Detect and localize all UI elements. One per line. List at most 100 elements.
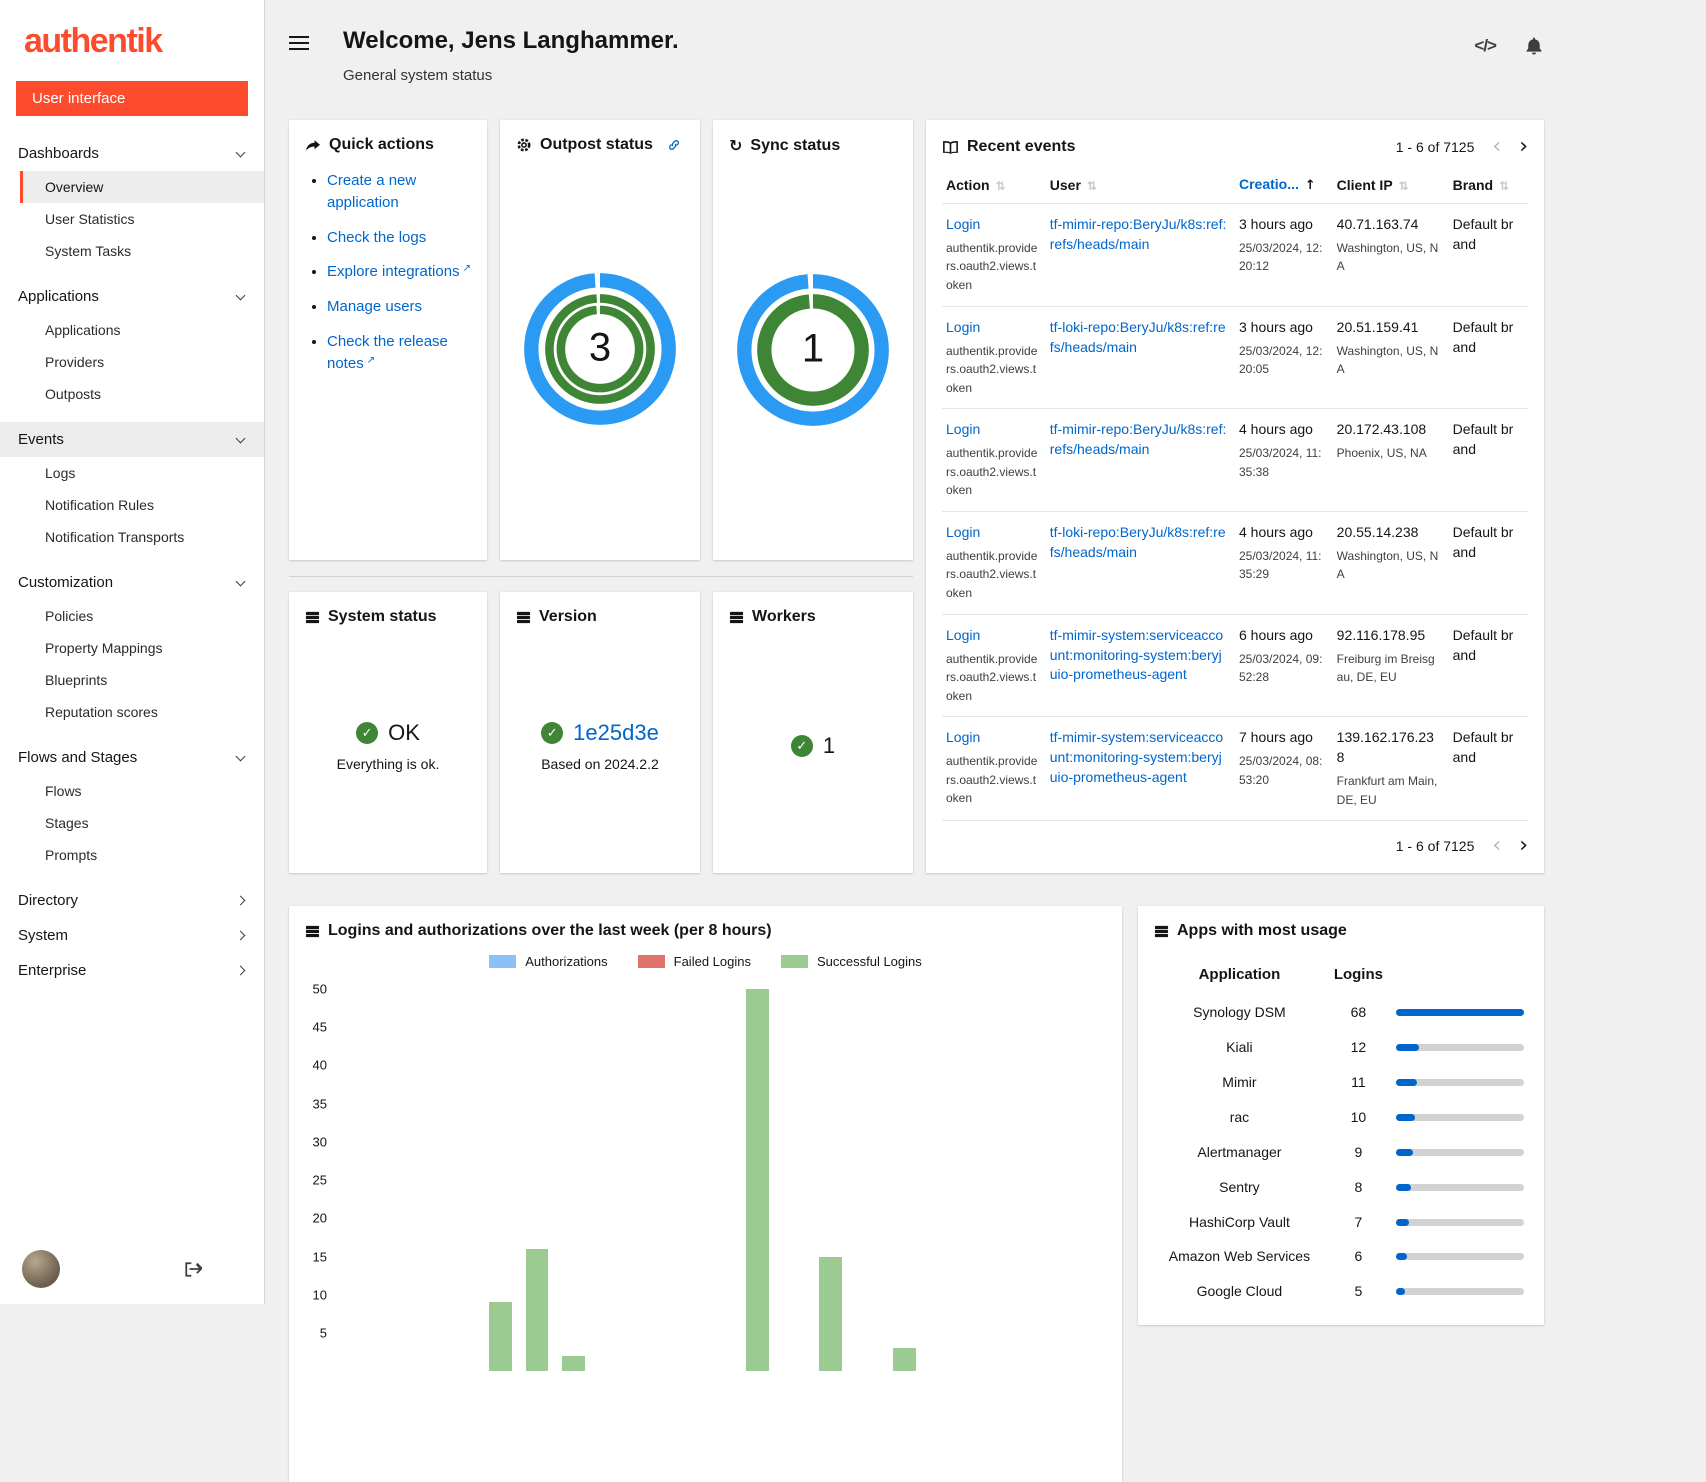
user-avatar[interactable] bbox=[22, 1250, 60, 1288]
usage-progress-track bbox=[1396, 1079, 1524, 1086]
sidebar-item-notification-transports[interactable]: Notification Transports bbox=[20, 521, 264, 553]
version-value-link[interactable]: 1e25d3e bbox=[573, 720, 659, 746]
app-name: Mimir bbox=[1154, 1065, 1325, 1100]
sidebar-item-stages[interactable]: Stages bbox=[20, 807, 264, 839]
event-action-link[interactable]: Login bbox=[946, 421, 980, 437]
column-header-brand[interactable]: Brand⇅ bbox=[1449, 166, 1528, 204]
event-user-link[interactable]: tf-loki-repo:BeryJu/k8s:ref:refs/heads/m… bbox=[1050, 524, 1226, 560]
event-action-cell: Loginauthentik.providers.oauth2.views.to… bbox=[942, 511, 1046, 614]
sidebar-section-events[interactable]: Events bbox=[0, 422, 264, 457]
apps-column-logins: Logins bbox=[1325, 958, 1392, 995]
legend-item-authorizations[interactable]: Authorizations bbox=[489, 954, 607, 969]
event-client-ip: 92.116.178.95 bbox=[1337, 626, 1441, 646]
event-user-link[interactable]: tf-mimir-system:serviceaccount:monitorin… bbox=[1050, 729, 1223, 785]
sort-asc-icon[interactable]: ↑ bbox=[1305, 178, 1316, 193]
sidebar-item-notification-rules[interactable]: Notification Rules bbox=[20, 489, 264, 521]
version-title: Version bbox=[539, 608, 597, 626]
app-login-count: 11 bbox=[1325, 1065, 1392, 1100]
chevron-down-icon bbox=[236, 751, 246, 761]
event-brand: Default brand bbox=[1453, 319, 1514, 355]
section-label: System bbox=[18, 927, 68, 944]
event-user-link[interactable]: tf-loki-repo:BeryJu/k8s:ref:refs/heads/m… bbox=[1050, 319, 1226, 355]
notifications-bell-icon[interactable] bbox=[1524, 36, 1544, 56]
sidebar-section-applications[interactable]: Applications bbox=[0, 279, 264, 314]
sidebar-item-system-tasks[interactable]: System Tasks bbox=[20, 235, 264, 267]
legend-item-successful-logins[interactable]: Successful Logins bbox=[781, 954, 922, 969]
column-header-creatio[interactable]: Creatio...↑ bbox=[1235, 166, 1333, 204]
user-interface-button[interactable]: User interface bbox=[16, 81, 248, 116]
app-usage-row: HashiCorp Vault7 bbox=[1154, 1205, 1528, 1240]
sidebar-item-outposts[interactable]: Outposts bbox=[20, 378, 264, 410]
event-action-link[interactable]: Login bbox=[946, 319, 980, 335]
sidebar-item-applications[interactable]: Applications bbox=[20, 314, 264, 346]
y-tick-label: 25 bbox=[313, 1173, 327, 1188]
sidebar-item-property-mappings[interactable]: Property Mappings bbox=[20, 632, 264, 664]
sidebar-section-dashboards[interactable]: Dashboards bbox=[0, 136, 264, 171]
event-action-link[interactable]: Login bbox=[946, 729, 980, 745]
event-row: Loginauthentik.providers.oauth2.views.to… bbox=[942, 511, 1528, 614]
outpost-link-icon[interactable] bbox=[667, 138, 681, 152]
sidebar-item-blueprints[interactable]: Blueprints bbox=[20, 664, 264, 696]
pagination-next-icon[interactable]: › bbox=[1519, 835, 1528, 857]
sidebar-item-reputation-scores[interactable]: Reputation scores bbox=[20, 696, 264, 728]
sidebar-section-flows-and-stages[interactable]: Flows and Stages bbox=[0, 740, 264, 775]
quick-action-link-check-the-release-notes[interactable]: Check the release notes↗ bbox=[327, 333, 448, 372]
sidebar-section-enterprise[interactable]: Enterprise bbox=[0, 953, 264, 988]
legend-item-failed-logins[interactable]: Failed Logins bbox=[638, 954, 751, 969]
column-header-user[interactable]: User⇅ bbox=[1046, 166, 1235, 204]
y-tick-label: 20 bbox=[313, 1211, 327, 1226]
events-header-row: Action⇅User⇅Creatio...↑Client IP⇅Brand⇅ bbox=[942, 166, 1528, 204]
event-context: authentik.providers.oauth2.views.token bbox=[946, 650, 1038, 706]
event-location: Freiburg im Breisgau, DE, EU bbox=[1337, 650, 1441, 687]
events-pagination-top: 1 - 6 of 7125 ‹ › bbox=[1396, 136, 1528, 158]
pagination-prev-icon[interactable]: ‹ bbox=[1492, 835, 1501, 857]
column-header-client-ip[interactable]: Client IP⇅ bbox=[1333, 166, 1449, 204]
pagination-prev-icon[interactable]: ‹ bbox=[1492, 136, 1501, 158]
column-header-action[interactable]: Action⇅ bbox=[942, 166, 1046, 204]
chart-bar-slot bbox=[445, 981, 482, 1371]
sidebar-item-overview[interactable]: Overview bbox=[20, 171, 264, 203]
legend-swatch bbox=[781, 955, 808, 968]
event-timestamp: 25/03/2024, 12:20:12 bbox=[1239, 239, 1325, 276]
chart-bar bbox=[746, 989, 769, 1371]
quick-action-link-manage-users[interactable]: Manage users bbox=[327, 298, 422, 315]
usage-progress-fill bbox=[1396, 1114, 1415, 1121]
chart-bar-slot bbox=[372, 981, 409, 1371]
sort-icon[interactable]: ⇅ bbox=[1399, 179, 1409, 193]
quick-action-link-explore-integrations[interactable]: Explore integrations↗ bbox=[327, 263, 471, 280]
sidebar-item-logs[interactable]: Logs bbox=[20, 457, 264, 489]
event-action-link[interactable]: Login bbox=[946, 216, 980, 232]
app-usage-bar-cell bbox=[1392, 1239, 1528, 1274]
nav-section-dashboards: DashboardsOverviewUser StatisticsSystem … bbox=[0, 136, 264, 267]
nav-section-events: EventsLogsNotification RulesNotification… bbox=[0, 422, 264, 553]
hamburger-menu-icon[interactable] bbox=[289, 26, 309, 60]
chart-bar bbox=[526, 1249, 549, 1371]
sidebar-item-flows[interactable]: Flows bbox=[20, 775, 264, 807]
event-context: authentik.providers.oauth2.views.token bbox=[946, 444, 1038, 500]
logout-icon[interactable] bbox=[183, 1260, 202, 1279]
authentik-logo[interactable]: authentik bbox=[0, 0, 264, 69]
event-action-link[interactable]: Login bbox=[946, 627, 980, 643]
pagination-next-icon[interactable]: › bbox=[1519, 136, 1528, 158]
sidebar-section-directory[interactable]: Directory bbox=[0, 883, 264, 918]
event-user-link[interactable]: tf-mimir-repo:BeryJu/k8s:ref:refs/heads/… bbox=[1050, 216, 1227, 252]
event-user-link[interactable]: tf-mimir-repo:BeryJu/k8s:ref:refs/heads/… bbox=[1050, 421, 1227, 457]
quick-action-link-check-the-logs[interactable]: Check the logs bbox=[327, 229, 426, 246]
outpost-donut-chart: 3 bbox=[516, 154, 684, 544]
quick-action-link-create-a-new-application[interactable]: Create a new application bbox=[327, 172, 416, 211]
event-user-link[interactable]: tf-mimir-system:serviceaccount:monitorin… bbox=[1050, 627, 1223, 683]
sort-icon[interactable]: ⇅ bbox=[996, 179, 1006, 193]
sidebar-section-customization[interactable]: Customization bbox=[0, 565, 264, 600]
chart-bar-slot bbox=[1069, 981, 1106, 1371]
sidebar-item-providers[interactable]: Providers bbox=[20, 346, 264, 378]
api-code-icon[interactable]: </> bbox=[1474, 36, 1496, 56]
sidebar-section-system[interactable]: System bbox=[0, 918, 264, 953]
event-row: Loginauthentik.providers.oauth2.views.to… bbox=[942, 306, 1528, 409]
sidebar-item-prompts[interactable]: Prompts bbox=[20, 839, 264, 871]
sidebar-item-user-statistics[interactable]: User Statistics bbox=[20, 203, 264, 235]
sidebar-item-policies[interactable]: Policies bbox=[20, 600, 264, 632]
sort-icon[interactable]: ⇅ bbox=[1087, 179, 1097, 193]
sort-icon[interactable]: ⇅ bbox=[1499, 179, 1509, 193]
event-action-link[interactable]: Login bbox=[946, 524, 980, 540]
quick-actions-card: Quick actions Create a new applicationCh… bbox=[289, 120, 487, 560]
